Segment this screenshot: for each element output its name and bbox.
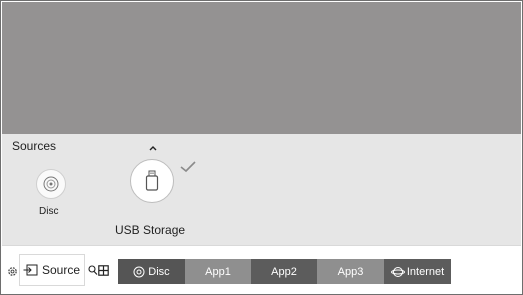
source-item-disc[interactable] — [36, 169, 66, 199]
check-icon — [180, 161, 196, 173]
channel-disc-label: Disc — [148, 265, 170, 278]
bottom-bar: Source Disc App1 App2 App3 Internet — [2, 245, 521, 294]
channel-app1[interactable]: App1 — [185, 259, 251, 284]
source-icon — [23, 264, 38, 276]
usb-storage-icon — [145, 170, 159, 191]
grid-icon[interactable] — [98, 265, 109, 276]
internet-icon — [390, 266, 405, 277]
tv-content-area — [2, 2, 521, 134]
channel-internet-label: Internet — [406, 265, 445, 278]
source-item-usb-storage-label: USB Storage — [115, 223, 186, 237]
channel-app2-label: App2 — [271, 265, 297, 278]
source-button[interactable]: Source — [19, 254, 85, 286]
sources-title: Sources — [12, 139, 57, 153]
channel-disc[interactable]: Disc — [118, 259, 185, 284]
source-item-disc-label: Disc — [39, 206, 59, 217]
sources-panel: Sources Disc USB Storage — [2, 134, 521, 245]
channel-internet[interactable]: Internet — [384, 259, 451, 284]
source-button-label: Source — [42, 263, 81, 277]
tv-screen: Sources Disc USB Storage Source Disc App… — [0, 0, 523, 295]
source-item-usb-storage[interactable] — [130, 159, 174, 203]
disc-icon — [43, 176, 59, 192]
channel-app1-label: App1 — [205, 265, 231, 278]
search-icon[interactable] — [88, 265, 98, 276]
channel-app2[interactable]: App2 — [251, 259, 317, 284]
channel-app3-label: App3 — [337, 265, 364, 278]
gear-icon[interactable] — [7, 266, 18, 277]
chevron-up-icon[interactable] — [147, 143, 159, 153]
disc-icon — [133, 266, 145, 277]
channel-app3[interactable]: App3 — [317, 259, 384, 284]
